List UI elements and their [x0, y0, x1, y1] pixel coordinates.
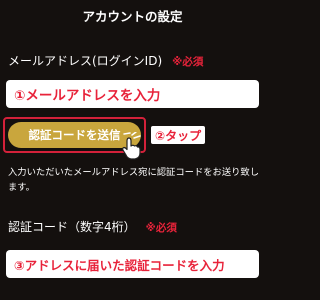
email-field-annotation: ①メールアドレスを入力: [14, 88, 161, 104]
code-label-row: 認証コード（数字4桁） ※必須: [8, 218, 177, 235]
code-field[interactable]: ③アドレスに届いた認証コードを入力: [6, 250, 259, 278]
email-label: メールアドレス(ログインID): [8, 54, 163, 68]
email-label-row: メールアドレス(ログインID) ※必須: [8, 52, 203, 69]
code-required-badge: ※必須: [145, 222, 177, 234]
code-field-annotation: ③アドレスに届いた認証コードを入力: [14, 257, 225, 273]
pointing-hand-icon: [122, 132, 141, 160]
email-required-badge: ※必須: [172, 56, 204, 68]
tap-annotation: ②タップ: [151, 126, 206, 144]
code-label: 認証コード（数字4桁）: [8, 220, 136, 234]
page-title: アカウントの設定: [82, 9, 183, 24]
help-text: 入力いただいたメールアドレス宛に認証コードをお送り致します。: [8, 167, 260, 193]
email-field[interactable]: ①メールアドレスを入力: [6, 80, 259, 108]
